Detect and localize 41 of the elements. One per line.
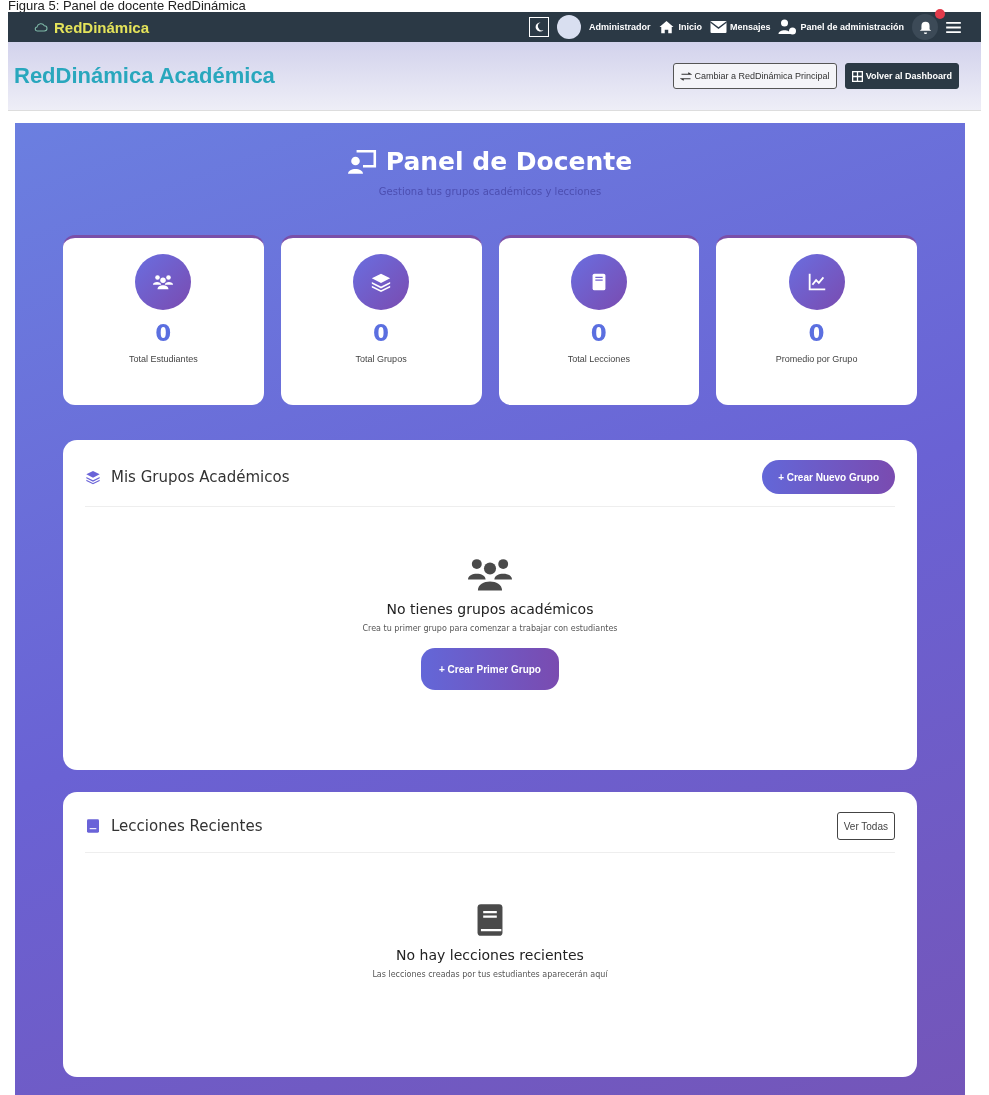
section-title: Lecciones Recientes — [111, 817, 263, 835]
book-icon — [476, 903, 504, 937]
stat-value: 0 — [155, 320, 172, 346]
create-group-button[interactable]: + Crear Primer Grupo — [421, 648, 559, 690]
empty-state-title: No hay lecciones recientes — [396, 947, 584, 963]
nav-link[interactable]: Panel de administración — [778, 19, 904, 35]
users-icon — [468, 557, 512, 591]
header-button[interactable]: Cambiar a RedDinámica Principal — [672, 63, 837, 89]
nav-link[interactable]: Mensajes — [709, 21, 771, 33]
stat-label: Total Estudiantes — [129, 354, 198, 364]
stat-label: Total Lecciones — [567, 354, 630, 364]
avatar-icon[interactable] — [556, 15, 581, 39]
nav-link[interactable]: Inicio — [658, 20, 702, 34]
stat-value: 0 — [808, 320, 825, 346]
dark-mode-toggle[interactable] — [528, 17, 549, 37]
stat-value: 0 — [590, 320, 607, 346]
empty-state-text: Las lecciones creadas por tus estudiantes aparecerán aquí — [372, 970, 608, 979]
swap-arrows-icon — [679, 71, 692, 81]
menu-icon[interactable] — [946, 21, 961, 33]
empty-state-text: Crea tu primer grupo para comenzar a trabajar con estudiantes — [362, 624, 618, 633]
empty-state-title: No tienes grupos académicos — [386, 601, 594, 617]
bell-icon — [918, 20, 932, 34]
page-title: RedDinámica Académica — [14, 63, 275, 89]
section-action-button[interactable]: Ver Todas — [836, 812, 895, 840]
envelope-icon — [709, 21, 727, 33]
stat-value: 0 — [373, 320, 390, 346]
book-icon — [85, 818, 101, 834]
grid-icon — [851, 70, 863, 82]
notification-bell[interactable] — [912, 14, 938, 40]
brand-logo[interactable]: RedDinámica — [54, 18, 150, 36]
layers-icon — [85, 469, 101, 485]
section-action-button[interactable]: + Crear Nuevo Grupo — [762, 460, 895, 494]
figure-caption: Figura 5: Panel de docente RedDinámica — [7, 0, 247, 12]
user-name[interactable]: Administrador — [588, 22, 651, 32]
panel-title: Panel de Docente — [385, 147, 633, 176]
stat-label: Promedio por Grupo — [775, 354, 858, 364]
teacher-board-icon — [347, 148, 378, 175]
stat-label: Total Grupos — [355, 354, 407, 364]
home-icon — [658, 20, 676, 34]
header-button[interactable]: Volver al Dashboard — [844, 63, 959, 89]
section-title: Mis Grupos Académicos — [111, 468, 290, 486]
